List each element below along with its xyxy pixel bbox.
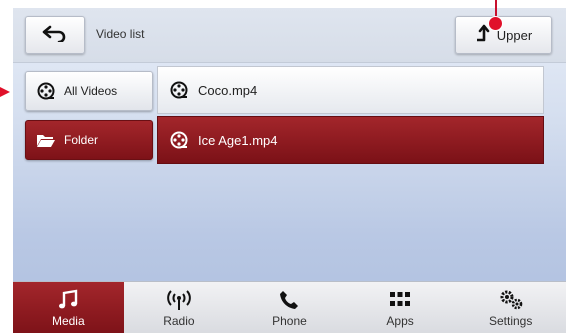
film-reel-icon <box>169 130 189 150</box>
phone-icon <box>278 288 300 312</box>
callout-dot-upper <box>488 16 503 31</box>
music-note-icon <box>57 288 79 312</box>
page-title: Video list <box>96 27 145 41</box>
film-reel-icon <box>169 80 189 100</box>
nav-media[interactable]: Media <box>13 282 124 333</box>
upper-button-label: Upper <box>496 27 533 43</box>
file-name: Ice Age1.mp4 <box>198 132 278 148</box>
sidebar-item-all-videos[interactable]: All Videos <box>25 71 153 111</box>
sidebar-item-folder[interactable]: Folder <box>25 120 153 160</box>
back-arrow-icon <box>42 24 68 47</box>
sidebar-item-label: All Videos <box>64 84 118 98</box>
bottom-nav-bar: Media Radio Phone Apps Settings <box>13 281 566 333</box>
sidebar-item-label: Folder <box>64 133 99 147</box>
file-row-coco[interactable]: Coco.mp4 <box>157 66 544 114</box>
nav-label: Apps <box>386 314 414 328</box>
media-screen: Video list Upper All Videos Folder Coco.… <box>13 8 566 333</box>
nav-label: Phone <box>272 314 307 328</box>
film-reel-icon <box>36 81 56 101</box>
nav-label: Media <box>51 314 85 328</box>
nav-radio[interactable]: Radio <box>124 282 235 333</box>
apps-grid-icon <box>389 288 411 312</box>
back-button[interactable] <box>25 16 85 54</box>
callout-arrow-left <box>0 87 10 97</box>
radio-antenna-icon <box>167 288 191 312</box>
top-bar: Video list Upper <box>13 8 566 63</box>
nav-label: Radio <box>163 314 195 328</box>
file-name: Coco.mp4 <box>198 82 258 98</box>
file-row-ice-age1[interactable]: Ice Age1.mp4 <box>157 116 544 164</box>
nav-label: Settings <box>488 314 533 328</box>
upper-button[interactable]: Upper <box>455 16 552 54</box>
nav-phone[interactable]: Phone <box>234 282 345 333</box>
gears-icon <box>498 288 524 312</box>
nav-settings[interactable]: Settings <box>455 282 566 333</box>
nav-apps[interactable]: Apps <box>345 282 456 333</box>
folder-icon <box>36 130 56 150</box>
